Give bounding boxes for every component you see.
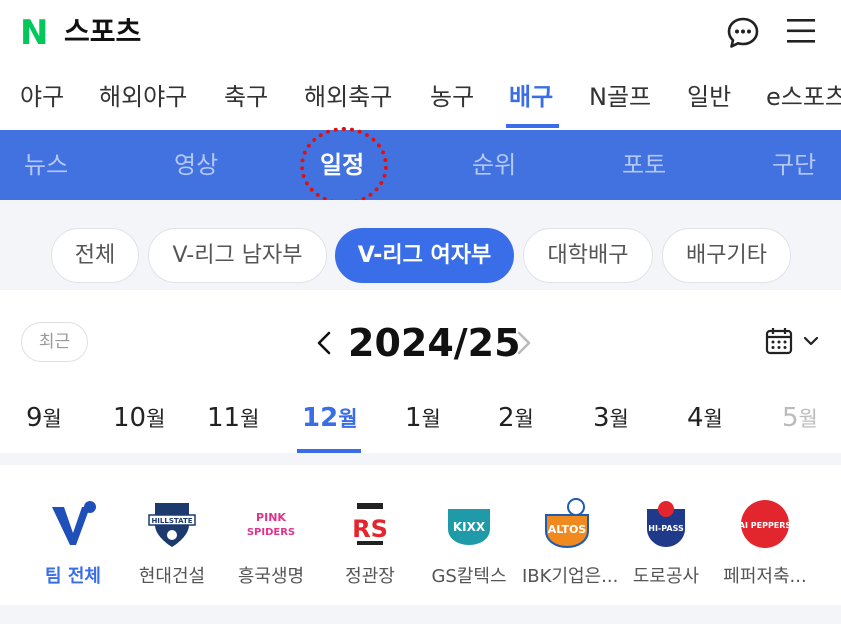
team-name: 정관장 xyxy=(345,566,395,587)
team-name: IBK기업은... xyxy=(522,566,619,587)
month-item[interactable]: 2월 xyxy=(498,400,534,437)
filter-chip-v-league-men[interactable]: V-리그 남자부 xyxy=(148,228,327,283)
svg-text:AI PEPPERS: AI PEPPERS xyxy=(739,521,792,530)
team-item-jungkwanjang[interactable]: RS 정관장 xyxy=(325,495,415,589)
team-name: 페퍼저축... xyxy=(723,566,807,587)
nav-item-overseas-baseball[interactable]: 해외야구 xyxy=(99,80,187,114)
kixx-logo-icon: KIXX xyxy=(448,509,490,545)
league-filter-bar: 전체 V-리그 남자부 V-리그 여자부 대학배구 배구기타 xyxy=(0,200,841,290)
calendar-icon[interactable] xyxy=(764,326,794,356)
tab-news[interactable]: 뉴스 xyxy=(24,148,68,182)
team-item-hyundai[interactable]: HILLSTATE 현대건설 xyxy=(127,495,217,589)
pink-spiders-logo-icon: PINK SPIDERS xyxy=(247,511,295,538)
tab-teams[interactable]: 구단 xyxy=(772,148,816,182)
filter-chip-college[interactable]: 대학배구 xyxy=(523,228,653,283)
team-filter-list: 팀 전체 HILLSTATE 현대건설 PINK SPIDERS 흥국생명 RS… xyxy=(0,465,841,605)
app-header: N 스포츠 xyxy=(0,0,841,68)
month-item[interactable]: 10월 xyxy=(113,400,165,437)
tab-standings[interactable]: 순위 xyxy=(472,148,516,182)
chat-bubble-icon[interactable] xyxy=(726,16,760,50)
month-item[interactable]: 4월 xyxy=(687,400,723,437)
team-name: 현대건설 xyxy=(138,566,206,587)
month-item[interactable]: 9월 xyxy=(26,400,62,437)
filter-chip-all[interactable]: 전체 xyxy=(51,228,139,283)
hi-pass-logo-icon: HI-PASS xyxy=(647,501,685,547)
nav-item-overseas-soccer[interactable]: 해외축구 xyxy=(304,80,392,114)
tab-photo[interactable]: 포토 xyxy=(622,148,666,182)
month-item[interactable]: 11월 xyxy=(207,400,259,437)
month-item-active[interactable]: 12월 xyxy=(302,400,358,437)
team-name: 흥국생명 xyxy=(237,566,305,587)
svg-text:RS: RS xyxy=(352,515,388,543)
recent-button[interactable]: 최근 xyxy=(21,322,88,362)
team-item-korea-expressway[interactable]: HI-PASS 도로공사 xyxy=(621,495,711,589)
chevron-down-icon[interactable] xyxy=(802,332,820,350)
chevron-right-icon[interactable] xyxy=(512,328,536,358)
page-title[interactable]: 스포츠 xyxy=(64,14,141,50)
month-item[interactable]: 1월 xyxy=(405,400,441,437)
section-divider xyxy=(0,453,841,465)
nav-item-golf[interactable]: N골프 xyxy=(589,80,651,114)
naver-logo[interactable]: N xyxy=(20,16,48,50)
team-item-ibk[interactable]: ALTOS IBK기업은... xyxy=(522,495,619,589)
team-item-pepper[interactable]: AI PEPPERS 페퍼저축... xyxy=(720,495,810,589)
nav-item-baseball[interactable]: 야구 xyxy=(20,80,64,114)
ai-peppers-logo-icon: AI PEPPERS xyxy=(739,500,792,548)
team-name: GS칼텍스 xyxy=(431,566,507,587)
nav-item-soccer[interactable]: 축구 xyxy=(224,80,268,114)
svg-text:PINK: PINK xyxy=(256,511,286,524)
nav-item-esports[interactable]: e스포츠 xyxy=(766,80,841,114)
svg-text:KIXX: KIXX xyxy=(453,520,486,534)
team-item-heungkuk[interactable]: PINK SPIDERS 흥국생명 xyxy=(226,495,316,589)
altos-logo-icon: ALTOS xyxy=(545,498,589,549)
section-divider xyxy=(0,605,841,624)
red-sparks-logo-icon: RS xyxy=(352,503,388,545)
nav-item-basketball[interactable]: 농구 xyxy=(430,80,474,114)
month-item[interactable]: 3월 xyxy=(593,400,629,437)
svg-text:HI-PASS: HI-PASS xyxy=(648,524,684,533)
team-name: 팀 전체 xyxy=(45,566,101,587)
highlight-annotation-circle xyxy=(300,127,388,205)
v-league-logo-icon xyxy=(52,501,96,545)
svg-text:SPIDERS: SPIDERS xyxy=(247,527,295,538)
active-sport-underline xyxy=(506,124,559,128)
tab-video[interactable]: 영상 xyxy=(174,148,218,182)
nav-item-general[interactable]: 일반 xyxy=(687,80,731,114)
team-item-gs-caltex[interactable]: KIXX GS칼텍스 xyxy=(424,495,514,589)
team-name: 도로공사 xyxy=(632,566,700,587)
svg-text:ALTOS: ALTOS xyxy=(548,523,587,536)
month-selector: 9월 10월 11월 12월 1월 2월 3월 4월 5월 xyxy=(0,392,841,454)
hamburger-menu-icon[interactable] xyxy=(786,16,816,46)
season-label: 2024/25 xyxy=(348,321,521,365)
hillstate-logo-icon: HILLSTATE xyxy=(148,503,196,547)
nav-item-volleyball[interactable]: 배구 xyxy=(509,80,553,114)
filter-chip-v-league-women[interactable]: V-리그 여자부 xyxy=(335,228,514,283)
filter-chip-other[interactable]: 배구기타 xyxy=(662,228,791,283)
team-item-all[interactable]: 팀 전체 xyxy=(28,495,118,589)
chevron-left-icon[interactable] xyxy=(312,328,336,358)
svg-text:HILLSTATE: HILLSTATE xyxy=(151,517,192,525)
sub-section-nav: 뉴스 영상 일정 순위 포토 구단 xyxy=(0,130,841,200)
sports-category-nav: 야구 해외야구 축구 해외축구 농구 배구 N골프 일반 e스포츠 xyxy=(0,68,841,130)
month-item-disabled: 5월 xyxy=(782,403,818,433)
